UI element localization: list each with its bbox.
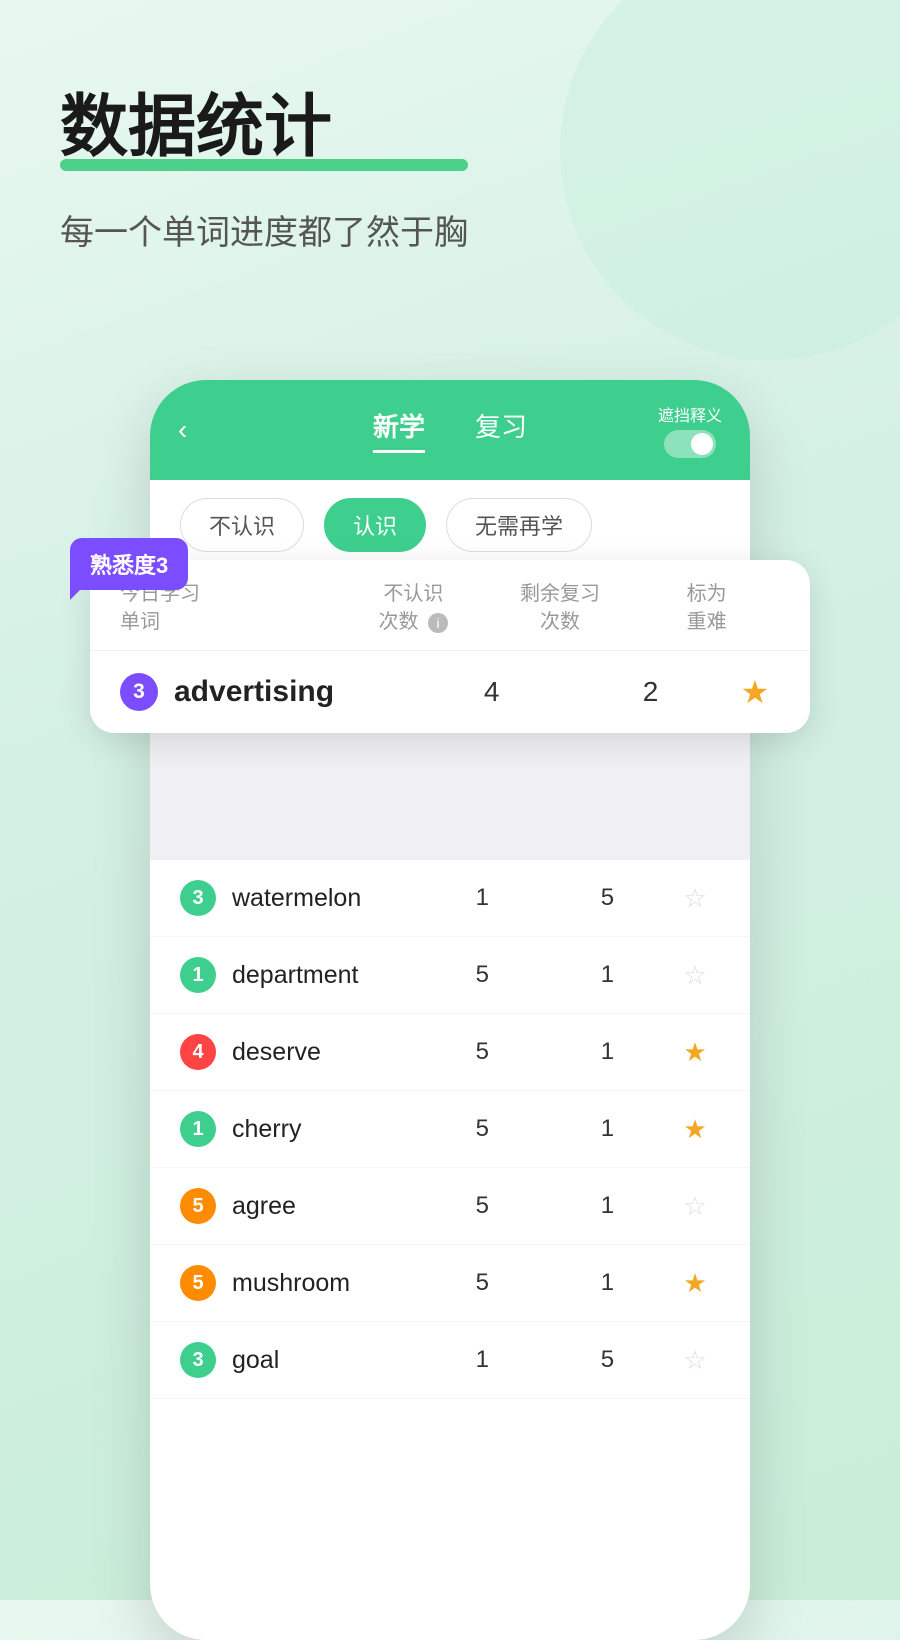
filter-row: 不认识 认识 无需再学	[150, 480, 750, 570]
filter-recognized[interactable]: 认识	[324, 498, 426, 552]
unrecognized-count: 5	[420, 1115, 545, 1143]
word-label: agree	[232, 1192, 420, 1221]
remaining-count: 1	[545, 1192, 670, 1220]
remaining-count: 5	[545, 884, 670, 912]
level-badge: 3	[180, 1342, 216, 1378]
star-button[interactable]: ★	[670, 1268, 720, 1299]
word-list-container: 3 watermelon 1 5 ☆ 1 department 5 1 ☆ 4 …	[150, 860, 750, 1640]
level-badge: 5	[180, 1265, 216, 1301]
familiarity-tooltip: 熟悉度3	[70, 538, 188, 590]
remaining-count: 1	[545, 1269, 670, 1297]
highlighted-star[interactable]: ★	[730, 673, 780, 711]
level-badge: 3	[180, 880, 216, 916]
page-subtitle: 每一个单词进度都了然于胸	[60, 205, 468, 254]
word-label: deserve	[232, 1038, 420, 1067]
star-button[interactable]: ☆	[670, 1191, 720, 1222]
toggle-switch[interactable]	[664, 430, 716, 458]
tab-new-words[interactable]: 新学	[373, 407, 425, 453]
level-badge: 5	[180, 1188, 216, 1224]
remaining-count: 1	[545, 961, 670, 989]
back-button[interactable]: ‹	[178, 414, 187, 446]
highlighted-level-badge: 3	[120, 673, 158, 711]
remaining-count: 1	[545, 1038, 670, 1066]
word-label: mushroom	[232, 1269, 420, 1298]
star-button[interactable]: ☆	[670, 1345, 720, 1376]
word-row-department: 1 department 5 1 ☆	[150, 937, 750, 1014]
toggle-label: 遮挡释义	[658, 402, 722, 426]
word-label: department	[232, 961, 420, 990]
unrecognized-count: 5	[420, 1038, 545, 1066]
col-unrecognized: 不认识 次数 i	[340, 580, 487, 636]
unrecognized-count: 5	[420, 1192, 545, 1220]
toggle-knob	[691, 433, 713, 455]
unrecognized-count: 1	[420, 1346, 545, 1374]
level-badge: 4	[180, 1034, 216, 1070]
top-navigation-bar: ‹ 新学 复习 遮挡释义	[150, 380, 750, 480]
word-row-watermelon: 3 watermelon 1 5 ☆	[150, 860, 750, 937]
bg-decoration	[560, 0, 900, 360]
word-label: goal	[232, 1346, 420, 1375]
level-badge: 1	[180, 1111, 216, 1147]
highlighted-word-row: 3 advertising 4 2 ★	[90, 651, 810, 733]
header-area: 数据统计 每一个单词进度都了然于胸	[60, 90, 468, 254]
word-row-mushroom: 5 mushroom 5 1 ★	[150, 1245, 750, 1322]
col-remaining: 剩余复习 次数	[487, 580, 634, 636]
word-row-agree: 5 agree 5 1 ☆	[150, 1168, 750, 1245]
tab-container: 新学 复习	[373, 407, 527, 453]
star-button[interactable]: ★	[670, 1037, 720, 1068]
stats-header: 今日学习 单词 不认识 次数 i 剩余复习 次数 标为 重难	[90, 560, 810, 651]
remaining-count: 5	[545, 1346, 670, 1374]
word-row-cherry: 1 cherry 5 1 ★	[150, 1091, 750, 1168]
star-button[interactable]: ☆	[670, 960, 720, 991]
toggle-area: 遮挡释义	[658, 402, 722, 458]
col-mark: 标为 重难	[633, 580, 780, 636]
highlighted-word: advertising	[174, 675, 412, 709]
unrecognized-count: 5	[420, 1269, 545, 1297]
page-title: 数据统计	[60, 90, 468, 165]
tab-review[interactable]: 复习	[475, 407, 527, 453]
unrecognized-count: 1	[420, 884, 545, 912]
word-row-goal: 3 goal 1 5 ☆	[150, 1322, 750, 1399]
info-icon[interactable]: i	[428, 613, 448, 633]
word-label: cherry	[232, 1115, 420, 1144]
filter-unrecognized[interactable]: 不认识	[180, 498, 304, 552]
word-row-deserve: 4 deserve 5 1 ★	[150, 1014, 750, 1091]
star-button[interactable]: ★	[670, 1114, 720, 1145]
word-label: watermelon	[232, 884, 420, 913]
remaining-count: 1	[545, 1115, 670, 1143]
level-badge: 1	[180, 957, 216, 993]
highlighted-remaining: 2	[571, 676, 730, 708]
highlighted-unrecognized: 4	[412, 676, 571, 708]
stats-card: 熟悉度3 今日学习 单词 不认识 次数 i 剩余复习 次数 标为 重难 3 ad…	[90, 560, 810, 733]
star-button[interactable]: ☆	[670, 883, 720, 914]
unrecognized-count: 5	[420, 961, 545, 989]
filter-no-need[interactable]: 无需再学	[446, 498, 592, 552]
